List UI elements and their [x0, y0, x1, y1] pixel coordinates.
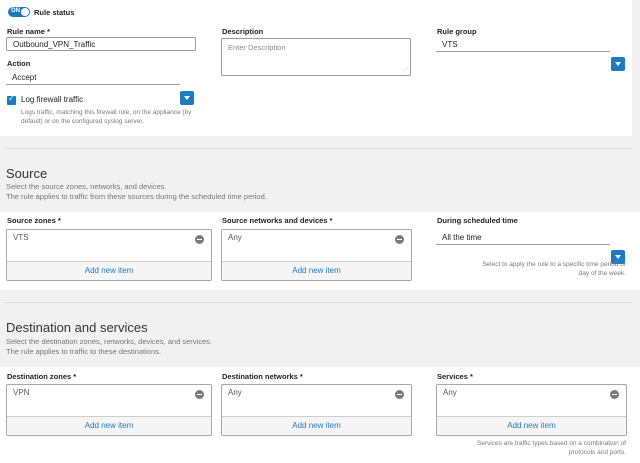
- services-hint: Services are traffic types based on a co…: [477, 439, 626, 457]
- description-textarea[interactable]: Enter Description ⋰: [221, 38, 411, 76]
- toggle-on-text: ON: [11, 8, 20, 14]
- source-divider: [4, 148, 632, 149]
- source-networks-list: Any Add new item: [221, 229, 412, 281]
- add-new-item-button[interactable]: Add new item: [7, 416, 211, 435]
- remove-icon[interactable]: [395, 390, 404, 399]
- destination-description: Select the destination zones, networks, …: [6, 337, 212, 357]
- add-new-item-button[interactable]: Add new item: [7, 261, 211, 280]
- description-label: Description: [222, 27, 264, 36]
- chevron-down-icon: [615, 62, 621, 66]
- list-item: Any: [228, 233, 242, 242]
- source-zones-list: VTS Add new item: [6, 229, 212, 281]
- schedule-hint: Select to apply the rule to a specific t…: [482, 260, 626, 278]
- toggle-knob: [21, 8, 29, 16]
- source-networks-label: Source networks and devices *: [222, 216, 333, 225]
- description-placeholder: Enter Description: [228, 43, 286, 52]
- schedule-label: During scheduled time: [437, 216, 518, 225]
- action-select[interactable]: Accept: [6, 71, 180, 85]
- schedule-hint-line1: Select to apply the rule to a specific t…: [482, 261, 626, 268]
- check-icon: ✓: [8, 94, 15, 103]
- destination-desc-line1: Select the destination zones, networks, …: [6, 337, 212, 346]
- destination-networks-list: Any Add new item: [221, 384, 412, 436]
- list-item: Any: [443, 388, 457, 397]
- source-desc-line2: The rule applies to traffic from these s…: [6, 192, 267, 201]
- resize-grip-icon: ⋰: [402, 68, 408, 74]
- log-firewall-checkbox[interactable]: ✓: [7, 94, 16, 105]
- source-title: Source: [6, 166, 48, 181]
- rule-group-select[interactable]: VTS: [436, 38, 610, 52]
- action-label: Action: [7, 59, 31, 68]
- destination-zones-label: Destination zones *: [7, 372, 77, 381]
- log-firewall-hint-line1: Logs traffic, matching this firewall rul…: [21, 109, 192, 116]
- remove-icon[interactable]: [195, 390, 204, 399]
- remove-icon[interactable]: [195, 235, 204, 244]
- rule-group-dropdown-button[interactable]: [611, 57, 625, 71]
- rule-group-label: Rule group: [437, 27, 477, 36]
- schedule-select[interactable]: All the time: [436, 231, 610, 245]
- destination-desc-line2: The rule applies to traffic to these des…: [6, 347, 161, 356]
- log-firewall-label: Log firewall traffic: [21, 95, 84, 104]
- source-desc-line1: Select the source zones, networks, and d…: [6, 182, 167, 191]
- rule-name-input[interactable]: Outbound_VPN_Traffic: [6, 37, 196, 51]
- add-new-item-button[interactable]: Add new item: [222, 261, 411, 280]
- destination-networks-label: Destination networks *: [222, 372, 303, 381]
- add-new-item-button[interactable]: Add new item: [222, 416, 411, 435]
- list-item: VTS: [13, 233, 29, 242]
- rule-status-label: Rule status: [34, 8, 75, 17]
- source-description: Select the source zones, networks, and d…: [6, 182, 267, 202]
- log-firewall-hint: Logs traffic, matching this firewall rul…: [21, 108, 191, 126]
- chevron-down-icon: [184, 96, 190, 100]
- schedule-hint-line2: day of the week.: [578, 270, 626, 277]
- services-hint-line1: Services are traffic types based on a co…: [476, 440, 626, 447]
- chevron-down-icon: [615, 255, 621, 259]
- action-dropdown-button[interactable]: [180, 91, 194, 105]
- list-item: VPN: [13, 388, 30, 397]
- rule-name-label: Rule name *: [7, 27, 50, 36]
- services-list: Any Add new item: [436, 384, 627, 436]
- destination-divider: [4, 302, 632, 303]
- rule-status-toggle[interactable]: ON: [8, 7, 30, 17]
- services-label: Services *: [437, 372, 473, 381]
- services-hint-line2: protocols and ports.: [568, 449, 626, 456]
- source-zones-label: Source zones *: [7, 216, 61, 225]
- log-firewall-hint-line2: default) or on the configured syslog ser…: [21, 118, 144, 125]
- remove-icon[interactable]: [395, 235, 404, 244]
- add-new-item-button[interactable]: Add new item: [437, 416, 626, 435]
- list-item: Any: [228, 388, 242, 397]
- destination-title: Destination and services: [6, 320, 148, 335]
- destination-zones-list: VPN Add new item: [6, 384, 212, 436]
- remove-icon[interactable]: [610, 390, 619, 399]
